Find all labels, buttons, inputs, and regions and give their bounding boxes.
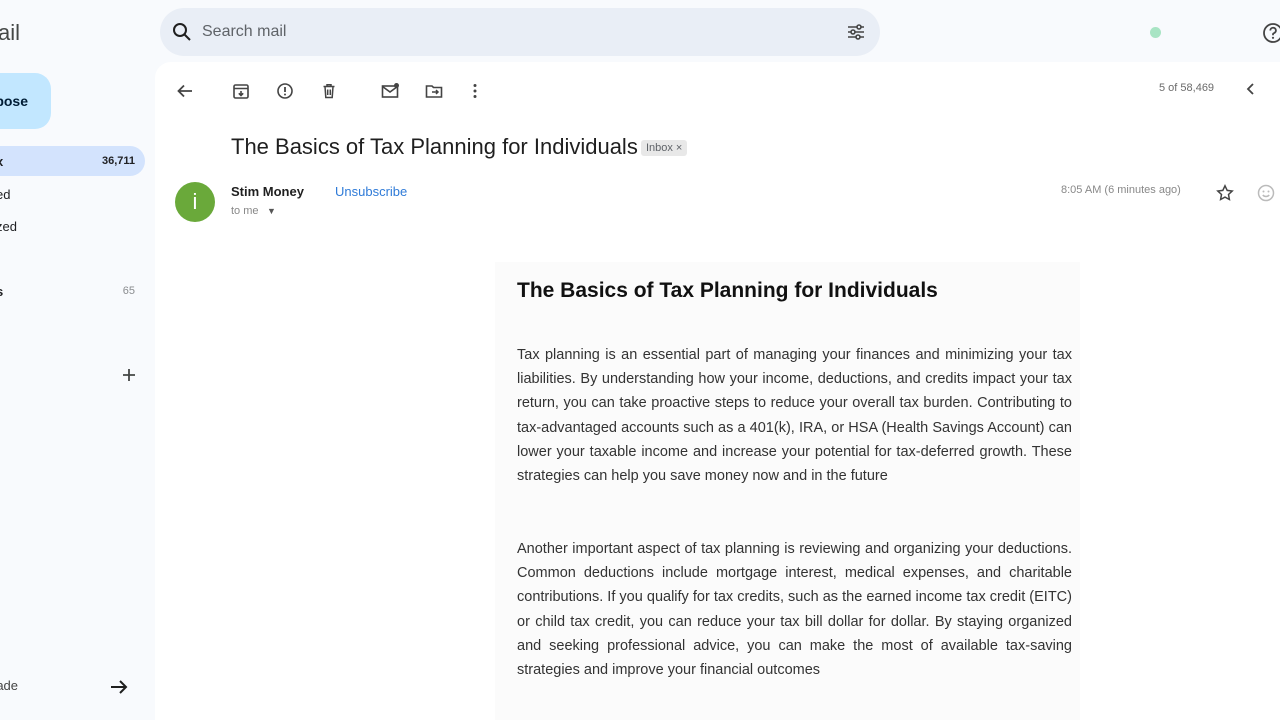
close-icon[interactable]: × bbox=[676, 142, 682, 154]
arrow-right-icon[interactable] bbox=[108, 676, 130, 698]
compose-button[interactable]: pose bbox=[0, 73, 51, 129]
email-subject: The Basics of Tax Planning for Individua… bbox=[231, 134, 638, 159]
delete-icon[interactable] bbox=[319, 81, 339, 101]
search-icon[interactable] bbox=[172, 22, 192, 42]
status-indicator[interactable] bbox=[1150, 27, 1161, 38]
upgrade-label[interactable]: rade bbox=[0, 678, 18, 693]
sidebar-item-label: ed bbox=[0, 186, 11, 202]
sidebar-item-inbox[interactable]: x 36,711 bbox=[0, 146, 145, 176]
sidebar-item-label: s bbox=[0, 284, 3, 299]
move-to-icon[interactable] bbox=[424, 81, 444, 101]
sidebar-item-label: x bbox=[0, 154, 3, 169]
plus-icon[interactable] bbox=[119, 367, 139, 387]
recipient-line: to me bbox=[231, 205, 259, 217]
avatar[interactable]: i bbox=[175, 182, 215, 222]
unsubscribe-link[interactable]: Unsubscribe bbox=[335, 184, 407, 199]
more-icon[interactable] bbox=[465, 81, 485, 101]
search-bar bbox=[160, 8, 880, 56]
chevron-left-icon[interactable] bbox=[1243, 79, 1257, 99]
sidebar-item-label: zed bbox=[0, 218, 17, 234]
email-body: The Basics of Tax Planning for Individua… bbox=[495, 262, 1080, 720]
sidebar-item-count: 65 bbox=[122, 285, 135, 297]
mark-unread-icon[interactable] bbox=[380, 81, 400, 101]
body-title: The Basics of Tax Planning for Individua… bbox=[517, 279, 938, 302]
gmail-logo[interactable]: ail bbox=[0, 20, 20, 46]
email-timestamp: 8:05 AM (6 minutes ago) bbox=[1061, 184, 1181, 196]
body-paragraph: Tax planning is an essential part of man… bbox=[517, 347, 1072, 485]
inbox-label-chip[interactable]: Inbox × bbox=[641, 140, 688, 156]
sidebar-item-snoozed[interactable]: zed bbox=[0, 211, 145, 241]
emoji-icon[interactable] bbox=[1256, 183, 1276, 203]
archive-icon[interactable] bbox=[231, 81, 251, 101]
pager-count: 5 of 58,469 bbox=[1159, 82, 1215, 94]
chevron-down-icon[interactable]: ▼ bbox=[267, 206, 276, 216]
report-spam-icon[interactable] bbox=[275, 81, 295, 101]
sidebar-item-drafts[interactable]: s 65 bbox=[0, 276, 145, 306]
star-icon[interactable] bbox=[1215, 183, 1235, 203]
body-paragraph: Another important aspect of tax planning… bbox=[517, 541, 1072, 679]
filter-icon[interactable] bbox=[846, 22, 866, 42]
sidebar-item-starred[interactable]: ed bbox=[0, 179, 145, 209]
label-chip-text: Inbox bbox=[646, 142, 673, 154]
sender-name[interactable]: Stim Money bbox=[231, 184, 304, 199]
email-view: 5 of 58,469 The Basics of Tax Planning f… bbox=[155, 62, 1280, 720]
help-icon[interactable] bbox=[1262, 22, 1280, 44]
back-icon[interactable] bbox=[175, 81, 195, 101]
sidebar-item-count: 36,711 bbox=[101, 155, 135, 167]
sidebar: ail pose x 36,711 ed zed s 65 rade bbox=[0, 0, 155, 720]
search-input[interactable] bbox=[202, 20, 802, 44]
